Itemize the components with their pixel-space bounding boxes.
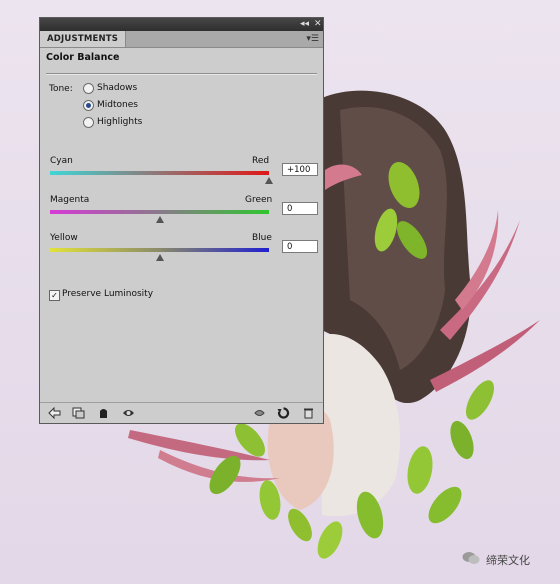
radio-shadows[interactable] — [83, 83, 94, 94]
radio-shadows-label[interactable]: Shadows — [97, 83, 137, 93]
close-icon[interactable]: ✕ — [314, 19, 322, 29]
delete-icon[interactable] — [302, 407, 315, 419]
radio-midtones-label[interactable]: Midtones — [97, 100, 138, 110]
cyan-red-thumb[interactable] — [265, 177, 273, 184]
yellow-blue-value-field[interactable]: 0 — [282, 240, 318, 253]
leaf-6 — [407, 446, 433, 494]
panel-title: Color Balance — [46, 52, 120, 63]
yellow-blue-thumb[interactable] — [155, 254, 164, 261]
eye-icon[interactable] — [122, 407, 135, 419]
leaf-13 — [288, 508, 312, 542]
yellow-blue-slider[interactable] — [50, 248, 269, 252]
magenta-green-slider[interactable] — [50, 210, 269, 214]
collapse-icon[interactable]: ◂◂ — [300, 19, 309, 29]
magenta-green-value-field[interactable]: 0 — [282, 202, 318, 215]
radio-highlights[interactable] — [83, 117, 94, 128]
wechat-icon — [462, 552, 480, 564]
radio-highlights-label[interactable]: Highlights — [97, 117, 142, 127]
reset-icon[interactable] — [277, 407, 290, 419]
leaf-4 — [466, 380, 494, 420]
cyan-red-value-field[interactable]: +100 — [282, 163, 318, 176]
panel-titlebar[interactable]: ◂◂ ✕ — [40, 18, 323, 31]
red-label: Red — [252, 156, 270, 166]
radio-midtones[interactable] — [83, 100, 94, 111]
leaf-8 — [317, 521, 343, 559]
leaf-12 — [428, 486, 462, 524]
tone-label: Tone: — [49, 84, 73, 94]
clip-to-layer-icon[interactable] — [72, 407, 85, 419]
back-arrow-icon[interactable] — [48, 407, 61, 419]
cyan-label: Cyan — [50, 156, 73, 166]
panel-menu-icon[interactable]: ▾☰ — [306, 34, 319, 44]
leaf-5 — [450, 420, 474, 460]
blue-label: Blue — [252, 233, 272, 243]
panel-bottom-toolbar — [40, 402, 323, 424]
preserve-luminosity-checkbox[interactable]: ✓ — [49, 290, 60, 301]
magenta-label: Magenta — [50, 195, 90, 205]
magenta-green-thumb[interactable] — [155, 216, 164, 223]
yellow-label: Yellow — [50, 233, 78, 243]
preserve-luminosity-label[interactable]: Preserve Luminosity — [62, 289, 153, 299]
view-previous-icon[interactable] — [253, 407, 266, 419]
adjustments-panel: ◂◂ ✕ ADJUSTMENTS ▾☰ Color Balance Tone: … — [39, 17, 324, 424]
watermark-text: 缔荣文化 — [486, 554, 530, 567]
panel-tab-row: ADJUSTMENTS ▾☰ — [40, 31, 323, 48]
layer-visibility-icon[interactable] — [97, 407, 110, 419]
cyan-red-slider[interactable] — [50, 171, 269, 175]
green-label: Green — [245, 195, 273, 205]
tab-adjustments[interactable]: ADJUSTMENTS — [40, 31, 127, 47]
title-divider — [46, 73, 317, 75]
